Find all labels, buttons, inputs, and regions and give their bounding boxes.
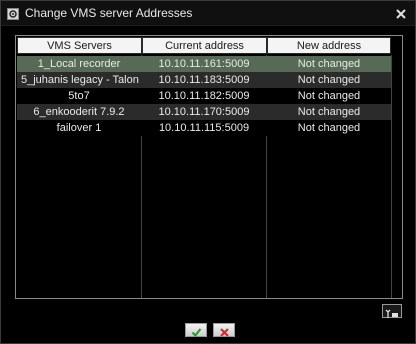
cell-new-address: Not changed <box>297 58 361 70</box>
cell-current-address: 10.10.11.170:5009 <box>158 106 250 118</box>
cancel-button[interactable] <box>213 323 235 337</box>
column-header-new-address[interactable]: New address <box>267 37 391 54</box>
column-divider <box>391 55 392 298</box>
checkmark-icon <box>191 325 202 338</box>
title-bar: Change VMS server Addresses <box>1 1 415 26</box>
header-filler <box>391 37 401 54</box>
close-icon[interactable] <box>395 7 407 19</box>
table-row[interactable]: 5_juhanis legacy - Talon ... 10.10.11.18… <box>17 72 391 88</box>
table-header: VMS Servers Current address New address <box>17 37 401 54</box>
cell-vms-server: 5to7 <box>68 90 90 102</box>
column-header-vms-servers[interactable]: VMS Servers <box>17 37 142 54</box>
dialog-title: Change VMS server Addresses <box>25 6 193 20</box>
settings-icon <box>7 7 19 20</box>
cell-current-address: 10.10.11.161:5009 <box>158 58 250 70</box>
change-vms-addresses-dialog: Change VMS server Addresses VMS Servers … <box>0 0 416 344</box>
cell-vms-server: failover 1 <box>56 122 102 134</box>
cell-new-address: Not changed <box>297 74 361 86</box>
cell-vms-server: 5_juhanis legacy - Talon ... <box>21 74 141 86</box>
cell-vms-server: 6_enkooderit 7.9.2 <box>33 106 125 118</box>
cell-current-address: 10.10.11.115:5009 <box>158 122 250 134</box>
cell-new-address: Not changed <box>297 106 361 118</box>
table-row[interactable]: 5to7 10.10.11.182:5009 Not changed <box>17 88 391 104</box>
cell-new-address: Not changed <box>297 90 361 102</box>
cell-vms-server: 1_Local recorder <box>37 58 121 70</box>
table-row[interactable]: failover 1 10.10.11.115:5009 Not changed <box>17 120 391 136</box>
cell-new-address: Not changed <box>297 122 361 134</box>
table-row[interactable]: 6_enkooderit 7.9.2 10.10.11.170:5009 Not… <box>17 104 391 120</box>
vms-servers-table: VMS Servers Current address New address … <box>15 35 403 299</box>
column-header-current-address[interactable]: Current address <box>142 37 267 54</box>
cancel-x-icon <box>219 325 230 337</box>
table-row[interactable]: 1_Local recorder 10.10.11.161:5009 Not c… <box>17 56 391 72</box>
column-settings-icon <box>385 306 399 324</box>
cell-current-address: 10.10.11.182:5009 <box>158 90 250 102</box>
cell-current-address: 10.10.11.183:5009 <box>158 74 250 86</box>
ok-button[interactable] <box>185 323 207 338</box>
column-settings-button[interactable] <box>382 304 402 318</box>
